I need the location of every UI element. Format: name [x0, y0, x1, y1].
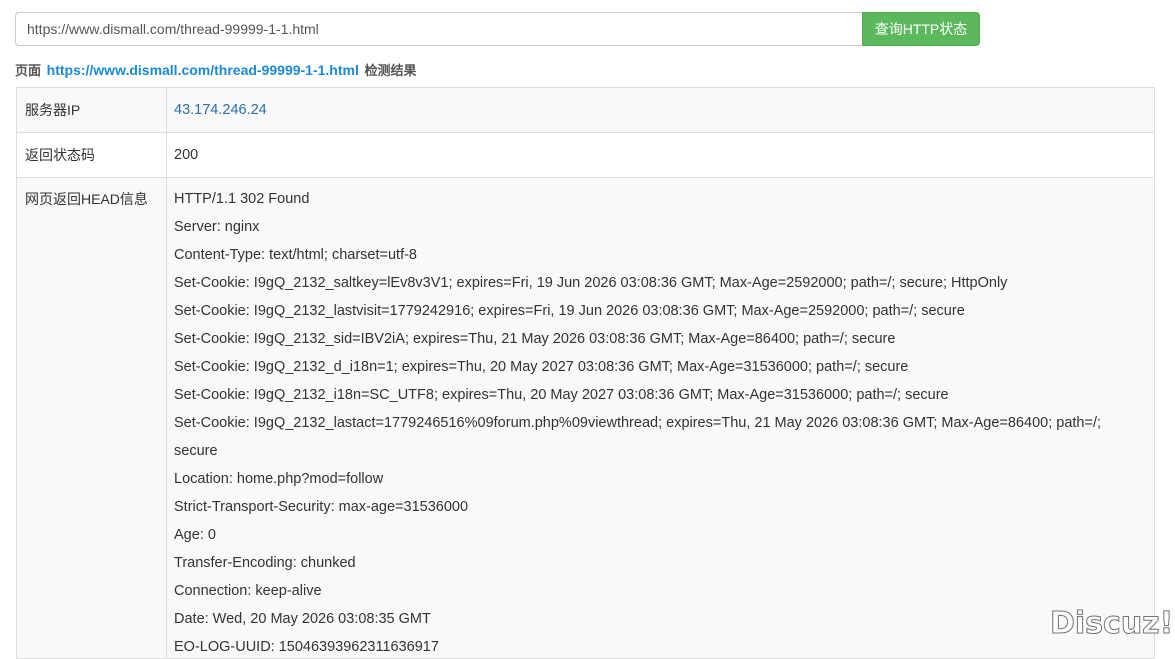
head-info-line: Date: Wed, 20 May 2026 03:08:35 GMT	[174, 611, 431, 627]
server-ip-row: 服务器IP 43.174.246.24	[17, 88, 1154, 133]
head-info-line: Transfer-Encoding: chunked	[174, 555, 356, 571]
head-info-line: Set-Cookie: I9gQ_2132_d_i18n=1; expires=…	[174, 359, 909, 375]
discuz-watermark: Discuz!	[1049, 606, 1174, 642]
server-ip-label: 服务器IP	[17, 88, 167, 132]
url-input[interactable]	[15, 12, 862, 46]
head-info-row: 网页返回HEAD信息 HTTP/1.1 302 Found Server: ngi…	[17, 178, 1154, 659]
head-info-line: Server: nginx	[174, 219, 260, 235]
checked-url-link[interactable]: https://www.dismall.com/thread-99999-1-1…	[47, 62, 359, 78]
status-code-label: 返回状态码	[17, 133, 167, 177]
head-info-value: HTTP/1.1 302 Found Server: nginx Content-T…	[167, 178, 1154, 658]
result-caption: 页面 https://www.dismall.com/thread-99999-…	[15, 60, 417, 79]
url-search-bar: 查询HTTP状态	[15, 12, 980, 46]
caption-suffix: 检测结果	[364, 63, 417, 78]
head-info-line: Set-Cookie: I9gQ_2132_sid=IBV2iA; expire…	[174, 331, 896, 347]
head-info-line: Location: home.php?mod=follow	[174, 471, 384, 487]
result-table: 服务器IP 43.174.246.24 返回状态码 200 网页返回HEAD信息…	[16, 87, 1155, 659]
head-info-line: Set-Cookie: I9gQ_2132_lastact=1779246516…	[174, 415, 1101, 431]
head-info-line: Set-Cookie: I9gQ_2132_saltkey=lEv8v3V1; …	[174, 275, 1008, 291]
head-info-line: EO-LOG-UUID: 1504639396231163691​7	[174, 639, 439, 655]
head-info-label: 网页返回HEAD信息	[17, 178, 167, 658]
server-ip-cell: 43.174.246.24	[167, 88, 1154, 132]
caption-prefix: 页面	[15, 63, 42, 78]
head-info-line: Strict-Transport-Security: max-age=31536…	[174, 499, 469, 515]
head-info-line: Content-Type: text/html; charset=utf-8	[174, 247, 417, 263]
status-code-value: 200	[174, 147, 199, 163]
head-info-line: Set-Cookie: I9gQ_2132_lastvisit=17792429…	[174, 303, 965, 319]
head-info-line: Connection: keep-alive	[174, 583, 322, 599]
server-ip-link[interactable]: 43.174.246.24	[174, 102, 267, 118]
head-info-line: HTTP/1.1 302 Found	[174, 191, 310, 207]
head-info-line: secure	[174, 443, 218, 459]
query-http-status-button[interactable]: 查询HTTP状态	[862, 12, 980, 46]
head-info-line: Age: 0	[174, 527, 216, 543]
head-info-line: Set-Cookie: I9gQ_2132_i18n=SC_UTF8; expi…	[174, 387, 949, 403]
status-code-row: 返回状态码 200	[17, 133, 1154, 178]
